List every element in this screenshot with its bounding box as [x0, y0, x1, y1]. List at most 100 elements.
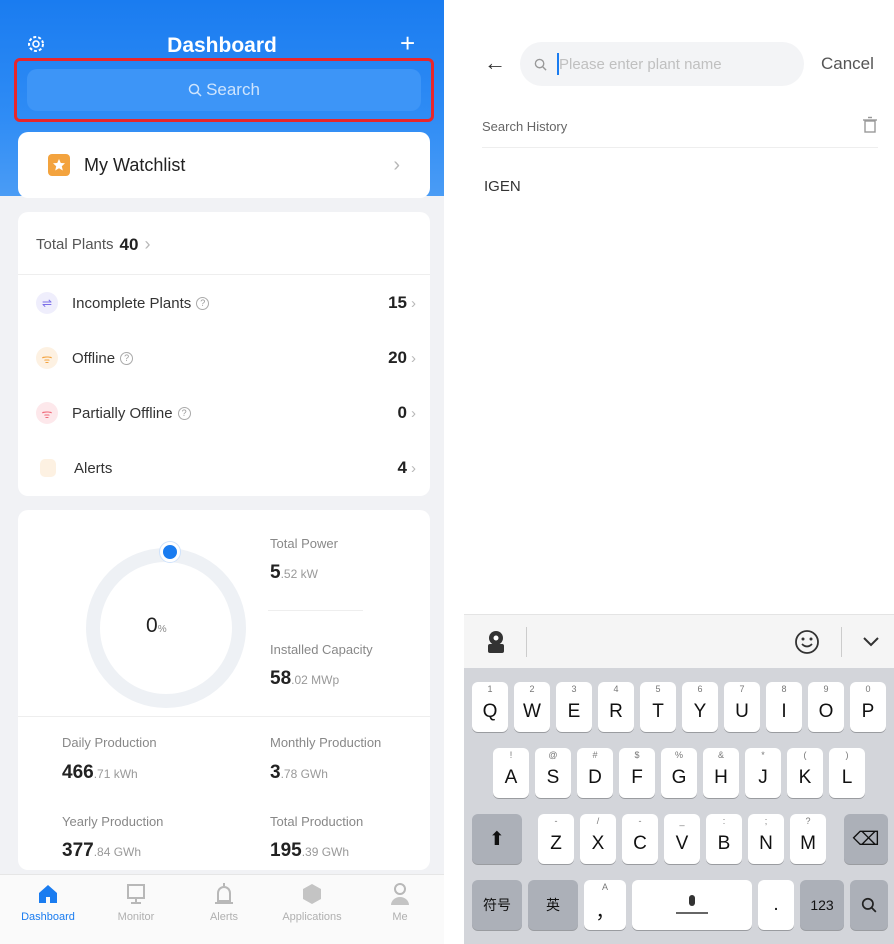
row-alerts[interactable]: Alerts 4 › [36, 453, 416, 483]
add-icon[interactable]: + [400, 30, 415, 56]
key-c[interactable]: -C [622, 814, 658, 864]
backspace-key[interactable]: ⌫ [844, 814, 888, 864]
key-u[interactable]: 7U [724, 682, 760, 732]
wifi-offline-icon: ᯤ [36, 347, 58, 369]
tab-dashboard[interactable]: Dashboard [4, 881, 92, 923]
alert-icon [40, 459, 56, 477]
key-alt: 2 [529, 684, 535, 694]
total-power-label: Total Power [270, 536, 338, 551]
total-power-value: 5.52 kW [270, 562, 318, 583]
shift-key[interactable]: ⬆ [472, 814, 522, 864]
plant-search-field[interactable] [520, 42, 804, 86]
watchlist-star-icon [48, 154, 70, 176]
key-alt: 6 [697, 684, 703, 694]
key-char: C [633, 833, 647, 854]
key-char: Y [693, 701, 707, 722]
key-char: Q [482, 701, 498, 722]
key-char: G [671, 767, 687, 788]
key-char: D [588, 767, 602, 788]
key-z[interactable]: -Z [538, 814, 574, 864]
keyboard-toolbar [464, 614, 894, 668]
key-b[interactable]: :B [706, 814, 742, 864]
emoji-icon[interactable] [794, 629, 820, 655]
key-f[interactable]: $ F [619, 748, 655, 798]
help-icon[interactable]: ? [120, 351, 134, 365]
tab-applications[interactable]: Applications [268, 881, 356, 923]
key-g[interactable]: % G [661, 748, 697, 798]
key-e[interactable]: 3E [556, 682, 592, 732]
key-x[interactable]: / X [580, 814, 616, 864]
key-r[interactable]: 4R [598, 682, 634, 732]
help-icon[interactable]: ? [196, 296, 210, 310]
back-arrow-icon[interactable]: ← [484, 50, 506, 76]
key-char: U [735, 701, 749, 722]
stats-card: 0% Total Power 5.52 kW Installed Capacit… [18, 510, 430, 870]
numbers-key[interactable]: 123 [800, 880, 844, 930]
cancel-button[interactable]: Cancel [821, 54, 874, 74]
key-s[interactable]: @ S [535, 748, 571, 798]
watchlist-card[interactable]: My Watchlist › [18, 132, 430, 198]
key-o[interactable]: 9O [808, 682, 844, 732]
symbols-key[interactable]: 符号 [472, 880, 522, 930]
key-j[interactable]: * J [745, 748, 781, 798]
key-char: X [591, 833, 605, 854]
cube-icon [303, 884, 321, 904]
key-i[interactable]: 8I [766, 682, 802, 732]
key-k[interactable]: (K [787, 748, 823, 798]
key-l[interactable]: ) L [829, 748, 865, 798]
total-plants-label: Total Plants [36, 236, 114, 253]
tab-label: Applications [282, 911, 342, 923]
key-alt: ! [509, 750, 513, 760]
key-char: M [800, 833, 816, 854]
divider [841, 627, 842, 657]
key-char: P [861, 701, 875, 722]
key-alt: - [554, 816, 558, 826]
search-icon [188, 83, 202, 97]
power-percent-value: 0 [146, 614, 158, 637]
chevron-down-icon[interactable] [862, 635, 880, 649]
key-char: B [717, 833, 731, 854]
total-plants[interactable]: Total Plants 40 › [36, 234, 150, 255]
chevron-right-icon: › [411, 404, 416, 422]
row-incomplete-plants[interactable]: ⇌ Incomplete Plants? 15 › [36, 288, 416, 318]
row-partially-offline[interactable]: ᯤ Partially Offline? 0 › [36, 398, 416, 428]
key-y[interactable]: 6Y [682, 682, 718, 732]
chevron-right-icon: › [411, 459, 416, 477]
tab-monitor[interactable]: Monitor [92, 881, 180, 923]
comma-key[interactable]: A， [584, 880, 626, 930]
key-v[interactable]: _ V [664, 814, 700, 864]
chevron-right-icon: › [393, 153, 400, 176]
trash-icon[interactable] [862, 116, 878, 134]
space-key[interactable] [632, 880, 752, 930]
help-icon[interactable]: ? [177, 406, 191, 420]
search-bar[interactable]: Search [27, 69, 421, 111]
key-alt: ? [805, 816, 811, 826]
key-alt: # [592, 750, 598, 760]
microphone-icon [676, 895, 708, 914]
tab-me[interactable]: Me [356, 881, 444, 923]
row-offline[interactable]: ᯤ Offline? 20 › [36, 343, 416, 373]
key-d[interactable]: # D [577, 748, 613, 798]
period-key[interactable]: . [758, 880, 794, 930]
search-key[interactable] [850, 880, 888, 930]
plant-search-input[interactable] [559, 55, 779, 73]
key-char: V [675, 833, 689, 854]
row-value: 0 [397, 403, 407, 422]
key-q[interactable]: 1Q [472, 682, 508, 732]
language-key[interactable]: 英 [528, 880, 578, 930]
key-alt: 0 [865, 684, 871, 694]
plants-card: Total Plants 40 › ⇌ Incomplete Plants? 1… [18, 212, 430, 496]
key-a[interactable]: ! A [493, 748, 529, 798]
keyboard-robot-icon[interactable] [484, 629, 508, 655]
tab-alerts[interactable]: Alerts [180, 881, 268, 923]
key-t[interactable]: 5T [640, 682, 676, 732]
key-n[interactable]: ; N [748, 814, 784, 864]
key-h[interactable]: & H [703, 748, 739, 798]
key-char: H [714, 767, 728, 788]
key-p[interactable]: 0P [850, 682, 886, 732]
history-item[interactable]: IGEN [484, 178, 521, 195]
search-highlight: Search [14, 58, 434, 122]
key-char: K [798, 767, 812, 788]
key-w[interactable]: 2W [514, 682, 550, 732]
key-m[interactable]: ? M [790, 814, 826, 864]
